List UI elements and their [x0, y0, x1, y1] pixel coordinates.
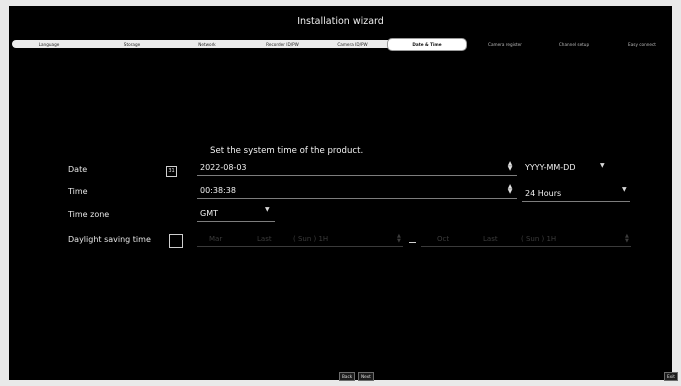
step-camera-register[interactable]: Camera register [480, 39, 530, 50]
time-format-dropdown[interactable]: 24 Hours ▼ [522, 186, 630, 202]
date-spinner[interactable]: ▲ ▼ [507, 161, 513, 175]
chevron-down-icon: ▼ [600, 162, 605, 169]
step-recorder-idpw[interactable]: Recorder ID/PW [255, 39, 310, 50]
time-format-value: 24 Hours [525, 189, 562, 198]
exit-button[interactable]: Exit [664, 372, 678, 381]
dst-checkbox[interactable] [169, 234, 183, 248]
dst-range-separator [409, 242, 416, 243]
timezone-value: GMT [200, 209, 218, 218]
timezone-dropdown[interactable]: GMT ▼ [197, 206, 275, 222]
dst-end-field: Oct Last ( Sun ) 1H ▲ ▼ [421, 232, 631, 247]
step-channel-setup[interactable]: Channel setup [549, 39, 599, 50]
step-network[interactable]: Network [182, 39, 232, 50]
wizard-title: Installation wizard [297, 16, 384, 27]
date-value: 2022-08-03 [200, 163, 247, 172]
timezone-label: Time zone [68, 210, 110, 219]
date-format-value: YYYY-MM-DD [525, 163, 576, 172]
calendar-icon[interactable]: 31 [166, 166, 177, 177]
step-storage[interactable]: Storage [107, 39, 157, 50]
page-description: Set the system time of the product. [210, 146, 364, 156]
step-easy-connect[interactable]: Easy connect [617, 39, 667, 50]
step-date-time[interactable]: Date & Time [387, 38, 467, 51]
wizard-screen: Installation wizard Language Storage Net… [9, 6, 678, 381]
time-label: Time [68, 187, 88, 196]
time-field[interactable]: 00:38:38 ▲ ▼ [197, 184, 517, 199]
date-field[interactable]: 2022-08-03 ▲ ▼ [197, 161, 517, 176]
dst-end-month: Oct [437, 235, 450, 243]
chevron-down-icon: ▼ [265, 206, 270, 213]
spinner-down-icon[interactable]: ▼ [507, 166, 513, 172]
time-value: 00:38:38 [200, 186, 236, 195]
dst-start-day-time: ( Sun ) 1H [293, 235, 329, 243]
dst-start-week: Last [257, 235, 272, 243]
wizard-steps: Language Storage Network Recorder ID/PW … [12, 38, 672, 51]
dst-end-week: Last [483, 235, 498, 243]
chevron-down-icon: ▼ [622, 186, 627, 193]
dst-start-field: Mar Last ( Sun ) 1H ▲ ▼ [197, 232, 403, 247]
back-button[interactable]: Back [339, 372, 356, 381]
step-language[interactable]: Language [24, 39, 74, 50]
spinner-down-icon: ▼ [397, 238, 401, 244]
dst-start-month: Mar [209, 235, 223, 243]
date-label: Date [68, 165, 88, 174]
dst-label: Daylight saving time [68, 235, 151, 244]
next-button[interactable]: Next [358, 372, 374, 381]
spinner-down-icon[interactable]: ▼ [507, 189, 513, 195]
spinner-down-icon: ▼ [625, 238, 629, 244]
time-spinner[interactable]: ▲ ▼ [507, 184, 513, 198]
date-format-dropdown[interactable]: YYYY-MM-DD ▼ [522, 161, 606, 175]
dst-end-day-time: ( Sun ) 1H [521, 235, 557, 243]
step-camera-idpw[interactable]: Camera ID/PW [325, 39, 380, 50]
